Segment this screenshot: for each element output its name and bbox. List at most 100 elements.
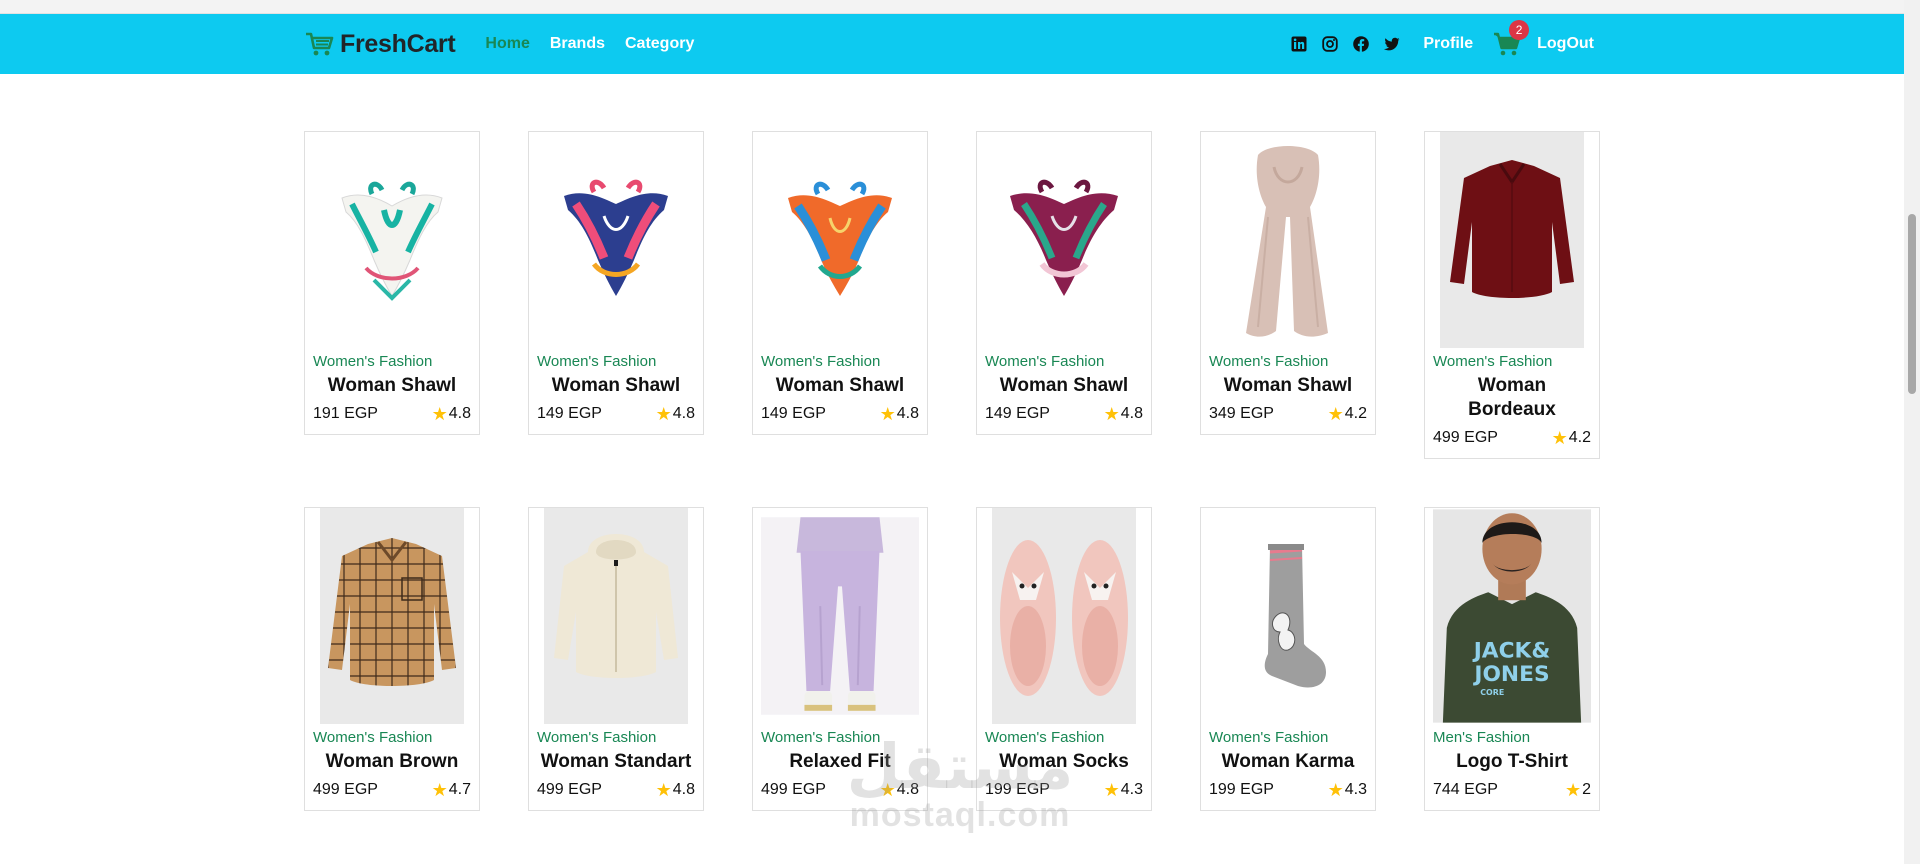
product-card[interactable]: Women's Fashion Woman Standart 499 EGP ★ 4… bbox=[528, 507, 704, 811]
product-image bbox=[313, 132, 471, 348]
product-image: JACK& JONES CORE bbox=[1433, 508, 1591, 724]
product-price: 744 EGP bbox=[1433, 781, 1498, 798]
product-rating: 4.8 bbox=[672, 781, 695, 798]
product-image bbox=[985, 132, 1143, 348]
product-title: Woman Standart bbox=[540, 751, 692, 772]
product-price: 191 EGP bbox=[313, 405, 378, 422]
product-category: Women's Fashion bbox=[537, 353, 657, 370]
product-price: 499 EGP bbox=[761, 781, 826, 798]
product-title: Woman Shawl bbox=[551, 375, 681, 396]
star-icon: ★ bbox=[879, 404, 896, 424]
product-category: Women's Fashion bbox=[1433, 353, 1553, 370]
profile-link[interactable]: Profile bbox=[1423, 35, 1473, 53]
cart-count-badge: 2 bbox=[1509, 20, 1530, 40]
tshirt-print-line2: JONES bbox=[1472, 662, 1549, 687]
product-category: Women's Fashion bbox=[985, 353, 1105, 370]
product-rating: 4.8 bbox=[896, 781, 919, 798]
product-title: Woman Shawl bbox=[1223, 375, 1353, 396]
product-price: 149 EGP bbox=[537, 405, 602, 422]
product-title: Woman Shawl bbox=[327, 375, 457, 396]
product-image bbox=[537, 132, 695, 348]
product-card[interactable]: Women's Fashion Woman Brown 499 EGP ★ 4.7 bbox=[304, 507, 480, 811]
nav-brands[interactable]: Brands bbox=[550, 35, 615, 53]
product-card[interactable]: Women's Fashion Woman Socks 199 EGP ★ 4.3 bbox=[976, 507, 1152, 811]
star-icon: ★ bbox=[879, 780, 896, 800]
cart-logo-icon bbox=[304, 29, 334, 59]
product-rating: 4.2 bbox=[1568, 429, 1591, 446]
nav-category[interactable]: Category bbox=[625, 35, 704, 53]
page-scrollbar[interactable] bbox=[1904, 0, 1920, 864]
twitter-icon[interactable] bbox=[1384, 36, 1400, 52]
product-card[interactable]: Women's Fashion Woman Karma 199 EGP ★ 4.3 bbox=[1200, 507, 1376, 811]
product-title: Woman Shawl bbox=[775, 375, 905, 396]
product-rating: 4.2 bbox=[1344, 405, 1367, 422]
star-icon: ★ bbox=[1103, 780, 1120, 800]
product-price: 499 EGP bbox=[537, 781, 602, 798]
product-card[interactable]: Women's Fashion Woman Shawl 149 EGP ★ 4.8 bbox=[976, 131, 1152, 435]
navbar: FreshCart Home Brands Category Profile 2 bbox=[0, 14, 1904, 74]
product-price: 499 EGP bbox=[1433, 429, 1498, 446]
product-price: 349 EGP bbox=[1209, 405, 1274, 422]
product-title: Woman Socks bbox=[999, 751, 1129, 772]
product-image bbox=[985, 508, 1143, 724]
product-title: Logo T-Shirt bbox=[1456, 751, 1568, 772]
product-card[interactable]: Women's Fashion Relaxed Fit 499 EGP ★ 4.8 bbox=[752, 507, 928, 811]
brand-name: FreshCart bbox=[340, 29, 456, 58]
product-rating: 4.7 bbox=[448, 781, 471, 798]
star-icon: ★ bbox=[655, 404, 672, 424]
product-price: 499 EGP bbox=[313, 781, 378, 798]
logout-link[interactable]: LogOut bbox=[1537, 35, 1594, 53]
product-rating: 4.8 bbox=[672, 405, 695, 422]
scrollbar-thumb[interactable] bbox=[1908, 214, 1916, 394]
product-title: Relaxed Fit bbox=[789, 751, 891, 772]
product-category: Women's Fashion bbox=[537, 729, 657, 746]
product-title: Woman Karma bbox=[1221, 751, 1355, 772]
main-nav: Home Brands Category bbox=[485, 35, 714, 53]
linkedin-icon[interactable] bbox=[1291, 36, 1307, 52]
product-image bbox=[761, 508, 919, 724]
cart-button[interactable]: 2 bbox=[1493, 20, 1530, 57]
product-card[interactable]: Women's Fashion Woman Shawl 349 EGP ★ 4.2 bbox=[1200, 131, 1376, 435]
product-card[interactable]: JACK& JONES CORE Men's Fashion Logo T-Sh… bbox=[1424, 507, 1600, 811]
product-grid: Women's Fashion Woman Shawl 191 EGP ★ 4.8 … bbox=[304, 131, 1600, 811]
star-icon: ★ bbox=[1327, 404, 1344, 424]
product-title: Woman Brown bbox=[325, 751, 459, 772]
product-title: Woman Shawl bbox=[999, 375, 1129, 396]
product-category: Women's Fashion bbox=[761, 353, 881, 370]
product-card[interactable]: Women's Fashion Woman Shawl 149 EGP ★ 4.8 bbox=[752, 131, 928, 435]
product-category: Women's Fashion bbox=[761, 729, 881, 746]
product-card[interactable]: Women's Fashion Woman Shawl 191 EGP ★ 4.8 bbox=[304, 131, 480, 435]
product-category: Women's Fashion bbox=[985, 729, 1105, 746]
star-icon: ★ bbox=[655, 780, 672, 800]
product-price: 149 EGP bbox=[985, 405, 1050, 422]
product-rating: 4.8 bbox=[1120, 405, 1143, 422]
product-price: 199 EGP bbox=[1209, 781, 1274, 798]
product-price: 149 EGP bbox=[761, 405, 826, 422]
nav-right: Profile 2 LogOut bbox=[1291, 20, 1594, 57]
product-image bbox=[537, 508, 695, 724]
product-card[interactable]: Women's Fashion Woman Shawl 149 EGP ★ 4.8 bbox=[528, 131, 704, 435]
star-icon: ★ bbox=[1103, 404, 1120, 424]
product-category: Women's Fashion bbox=[313, 353, 433, 370]
product-category: Women's Fashion bbox=[1209, 353, 1329, 370]
product-price: 199 EGP bbox=[985, 781, 1050, 798]
product-rating: 4.8 bbox=[448, 405, 471, 422]
star-icon: ★ bbox=[1551, 428, 1568, 448]
product-image bbox=[1433, 132, 1591, 348]
product-image bbox=[313, 508, 471, 724]
product-category: Women's Fashion bbox=[313, 729, 433, 746]
brand-logo[interactable]: FreshCart bbox=[304, 29, 456, 59]
instagram-icon[interactable] bbox=[1322, 36, 1339, 52]
facebook-icon[interactable] bbox=[1353, 36, 1370, 52]
product-card[interactable]: Women's Fashion Woman Bordeaux 499 EGP ★ 4… bbox=[1424, 131, 1600, 459]
browser-top-strip bbox=[0, 0, 1904, 14]
product-category: Men's Fashion bbox=[1433, 729, 1531, 746]
star-icon: ★ bbox=[1327, 780, 1344, 800]
star-icon: ★ bbox=[1564, 780, 1582, 800]
tshirt-print-line1: JACK& bbox=[1472, 638, 1551, 663]
product-rating: 4.3 bbox=[1120, 781, 1143, 798]
nav-home[interactable]: Home bbox=[485, 35, 539, 53]
product-image bbox=[1209, 508, 1367, 724]
product-rating: 4.8 bbox=[896, 405, 919, 422]
product-rating: 2 bbox=[1582, 781, 1591, 798]
